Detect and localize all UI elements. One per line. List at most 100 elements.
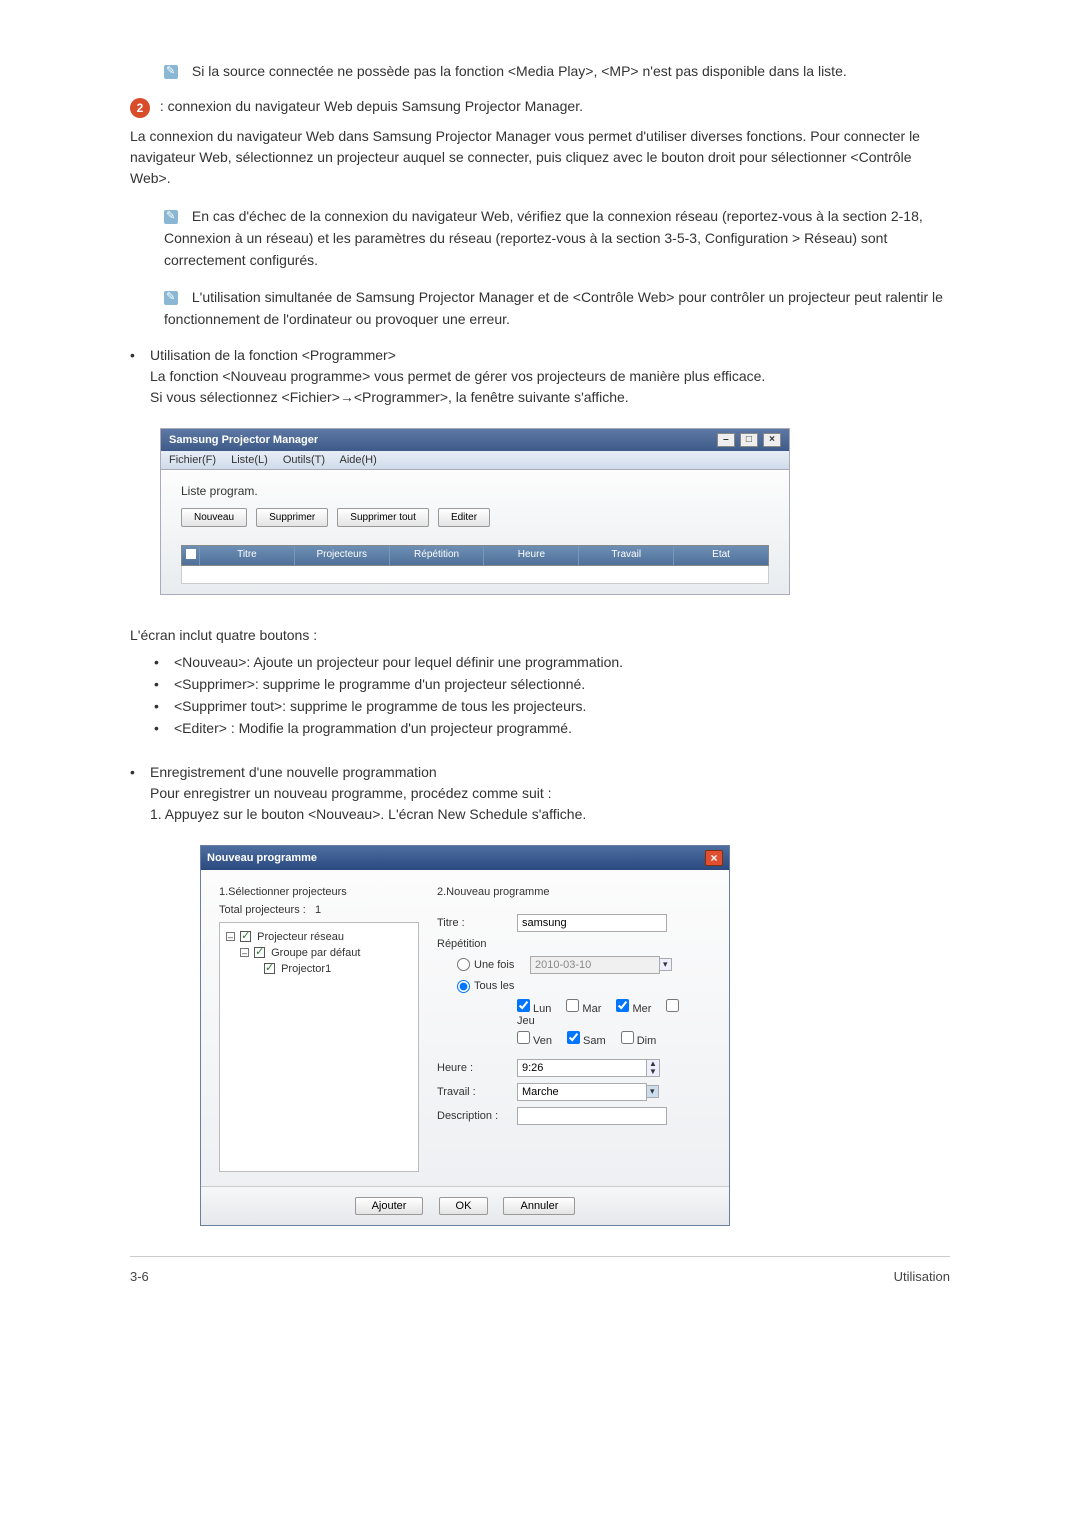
np-window: Nouveau programme × 1.Sélectionner proje…: [200, 845, 730, 1226]
chk-lun[interactable]: [517, 999, 530, 1012]
footer-right: Utilisation: [894, 1269, 950, 1284]
spm-button-row: Nouveau Supprimer Supprimer tout Editer: [181, 508, 769, 527]
tree-leaf: Projector1: [281, 963, 331, 975]
chk-sam[interactable]: [567, 1031, 580, 1044]
tree-check-group[interactable]: [254, 947, 265, 958]
page-footer: 3-6 Utilisation: [130, 1256, 950, 1284]
btn-supprimer[interactable]: Supprimer: [256, 508, 328, 527]
close-icon[interactable]: ×: [763, 433, 781, 447]
step2-title: : connexion du navigateur Web depuis Sam…: [160, 98, 583, 114]
btn-ajouter[interactable]: Ajouter: [355, 1197, 424, 1215]
radio-une-fois[interactable]: [457, 958, 470, 971]
col-travail: Travail: [579, 546, 674, 565]
register-line2: 1. Appuyez sur le bouton <Nouveau>. L'éc…: [150, 804, 586, 825]
footer-left: 3-6: [130, 1269, 149, 1284]
btn-annuler[interactable]: Annuler: [503, 1197, 575, 1215]
fb-item-0: <Nouveau>: Ajoute un projecteur pour leq…: [174, 654, 623, 670]
note-text: L'utilisation simultanée de Samsung Proj…: [164, 289, 943, 327]
chk-ven[interactable]: [517, 1031, 530, 1044]
minimize-icon[interactable]: –: [717, 433, 735, 447]
label-description: Description :: [437, 1110, 517, 1122]
step2-desc: La connexion du navigateur Web dans Sams…: [130, 126, 950, 189]
spm-window: Samsung Projector Manager – □ × Fichier(…: [160, 428, 790, 595]
chk-mar[interactable]: [566, 999, 579, 1012]
btn-ok[interactable]: OK: [439, 1197, 489, 1215]
np-total-value: 1: [315, 904, 321, 916]
section-register: • Enregistrement d'une nouvelle programm…: [130, 762, 950, 825]
np-right-title: 2.Nouveau programme: [437, 886, 711, 898]
chk-jeu[interactable]: [666, 999, 679, 1012]
label-titre: Titre :: [437, 917, 517, 929]
np-footer: Ajouter OK Annuler: [201, 1186, 729, 1225]
step-number-badge: 2: [130, 98, 150, 118]
days-row-1: Lun Mar Mer Jeu: [517, 999, 711, 1027]
label-travail: Travail :: [437, 1086, 517, 1098]
btn-editer[interactable]: Editer: [438, 508, 490, 527]
note-web-fail: En cas d'échec de la connexion du naviga…: [164, 205, 950, 272]
note-icon: [164, 291, 178, 305]
note-text: Si la source connectée ne possède pas la…: [192, 63, 847, 79]
fb-item-3: <Editer> : Modifie la programmation d'un…: [174, 720, 572, 736]
spm-table-header: Titre Projecteurs Répétition Heure Trava…: [181, 545, 769, 566]
np-tree[interactable]: – Projecteur réseau – Groupe par défaut …: [219, 922, 419, 1172]
days-row-2: Ven Sam Dim: [517, 1031, 711, 1047]
tree-collapse-icon[interactable]: –: [226, 932, 235, 941]
note-icon: [164, 65, 178, 79]
tree-check-root[interactable]: [240, 931, 251, 942]
section-programmer: • Utilisation de la fonction <Programmer…: [130, 345, 950, 408]
col-etat: Etat: [674, 546, 768, 565]
tree-root: Projecteur réseau: [257, 931, 344, 943]
four-buttons-intro: L'écran inclut quatre boutons :: [130, 625, 950, 646]
col-titre: Titre: [200, 546, 295, 565]
programmer-heading: Utilisation de la fonction <Programmer>: [150, 345, 765, 366]
col-projecteurs: Projecteurs: [295, 546, 390, 565]
chk-mer[interactable]: [616, 999, 629, 1012]
step2-block: 2 : connexion du navigateur Web depuis S…: [130, 96, 950, 117]
radio-tous-les[interactable]: [457, 980, 470, 993]
register-heading: Enregistrement d'une nouvelle programmat…: [150, 762, 586, 783]
input-date: [530, 956, 660, 974]
maximize-icon[interactable]: □: [740, 433, 758, 447]
dropdown-icon[interactable]: ▾: [659, 958, 672, 971]
spm-title-text: Samsung Projector Manager: [169, 434, 318, 446]
label-heure: Heure :: [437, 1062, 517, 1074]
col-heure: Heure: [484, 546, 579, 565]
input-heure[interactable]: [517, 1059, 647, 1077]
note-simultaneous: L'utilisation simultanée de Samsung Proj…: [164, 286, 950, 331]
col-repetition: Répétition: [390, 546, 485, 565]
note-mp-unavailable: Si la source connectée ne possède pas la…: [164, 60, 950, 82]
label-une-fois: Une fois: [474, 959, 530, 971]
menu-liste[interactable]: Liste(L): [231, 454, 268, 466]
btn-supprimer-tout[interactable]: Supprimer tout: [337, 508, 429, 527]
spm-titlebar: Samsung Projector Manager – □ ×: [161, 429, 789, 451]
fb-item-2: <Supprimer tout>: supprime le programme …: [174, 698, 586, 714]
chk-dim[interactable]: [621, 1031, 634, 1044]
fb-item-1: <Supprimer>: supprime le programme d'un …: [174, 676, 585, 692]
tree-group: Groupe par défaut: [271, 947, 360, 959]
select-travail[interactable]: [517, 1083, 647, 1101]
menu-outils[interactable]: Outils(T): [283, 454, 325, 466]
spm-menubar: Fichier(F) Liste(L) Outils(T) Aide(H): [161, 451, 789, 470]
input-description[interactable]: [517, 1107, 667, 1125]
programmer-line1: La fonction <Nouveau programme> vous per…: [150, 366, 765, 387]
dropdown-icon[interactable]: ▾: [646, 1085, 659, 1098]
close-icon[interactable]: ×: [705, 850, 723, 866]
header-checkbox[interactable]: [186, 549, 196, 559]
tree-check-leaf[interactable]: [264, 963, 275, 974]
spm-window-controls: – □ ×: [715, 433, 781, 447]
menu-aide[interactable]: Aide(H): [340, 454, 377, 466]
label-tous-les: Tous les: [474, 980, 514, 992]
register-line1: Pour enregistrer un nouveau programme, p…: [150, 783, 586, 804]
np-total-label: Total projecteurs :: [219, 904, 306, 916]
spm-list-label: Liste program.: [181, 484, 769, 498]
input-titre[interactable]: [517, 914, 667, 932]
note-icon: [164, 210, 178, 224]
np-titlebar: Nouveau programme ×: [201, 846, 729, 870]
np-left-title: 1.Sélectionner projecteurs: [219, 886, 419, 898]
tree-collapse-icon[interactable]: –: [240, 948, 249, 957]
programmer-line2: Si vous sélectionnez <Fichier>→<Programm…: [150, 387, 765, 408]
menu-fichier[interactable]: Fichier(F): [169, 454, 216, 466]
np-title-text: Nouveau programme: [207, 852, 317, 864]
spinner-icon[interactable]: ▲▼: [646, 1059, 660, 1077]
btn-nouveau[interactable]: Nouveau: [181, 508, 247, 527]
